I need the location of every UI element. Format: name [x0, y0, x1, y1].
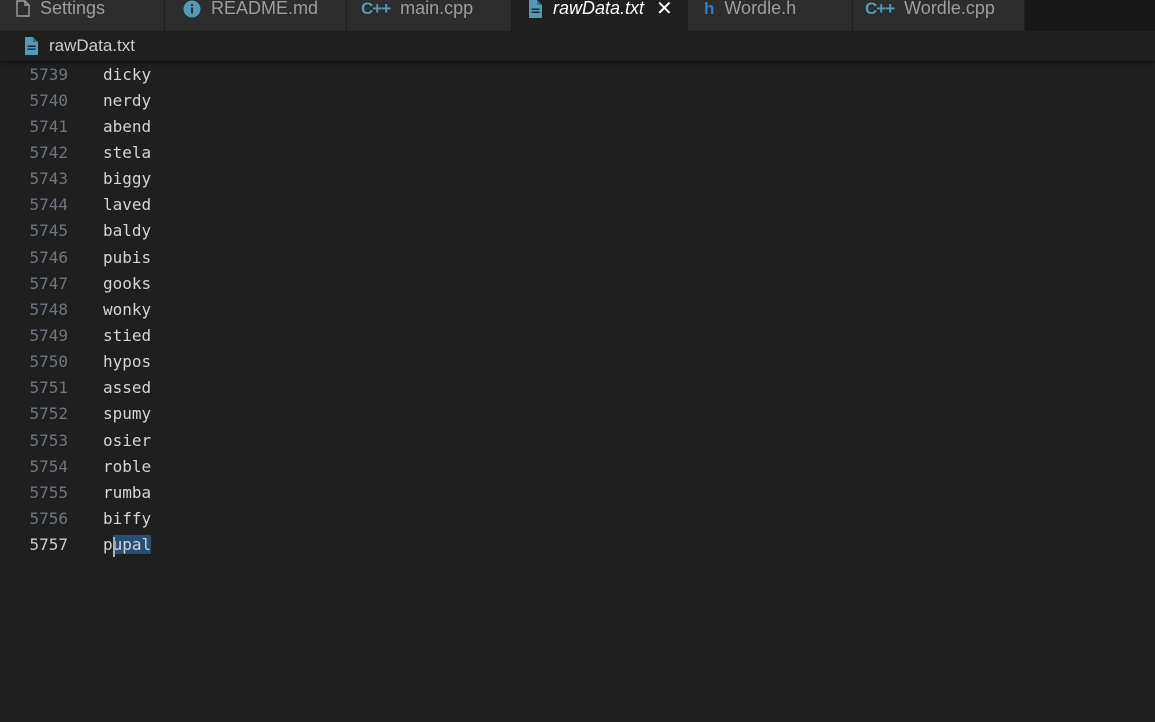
line-text[interactable]: roble: [103, 457, 151, 476]
line-text[interactable]: baldy: [103, 221, 151, 240]
text-cursor: [112, 537, 115, 558]
tab-main-cpp[interactable]: C++ main.cpp: [347, 0, 512, 31]
code-line: 5754 roble: [0, 453, 1155, 479]
code-line: 5745 baldy: [0, 218, 1155, 244]
unselected-text: p: [103, 535, 113, 555]
line-text[interactable]: biffy: [103, 509, 151, 528]
tab-readme[interactable]: README.md: [165, 0, 347, 31]
line-number: 5752: [29, 404, 68, 424]
line-text[interactable]: abend: [103, 117, 151, 136]
current-code-line: 5757 p upal: [0, 532, 1155, 558]
line-number: 5749: [29, 325, 68, 345]
code-line: 5746 pubis: [0, 244, 1155, 270]
line-text[interactable]: pubis: [103, 248, 151, 267]
line-number: 5739: [29, 64, 68, 84]
cpp-icon: C++: [361, 0, 391, 18]
code-line: 5756 biffy: [0, 505, 1155, 531]
code-line: 5749 stied: [0, 322, 1155, 348]
code-line: 5741 abend: [0, 113, 1155, 139]
line-text[interactable]: spumy: [103, 404, 151, 423]
text-file-icon: [24, 37, 39, 55]
close-icon[interactable]: ✕: [656, 0, 673, 21]
tab-label: Wordle.cpp: [904, 0, 995, 18]
tab-wordle-cpp[interactable]: C++ Wordle.cpp: [853, 0, 1025, 31]
tab-label: Settings: [40, 0, 106, 18]
line-number: 5750: [29, 352, 68, 372]
h-icon: h: [704, 0, 715, 18]
code-line: 5755 rumba: [0, 479, 1155, 505]
line-text[interactable]: dicky: [103, 65, 151, 84]
code-line: 5750 hypos: [0, 349, 1155, 375]
line-number: 5747: [29, 273, 68, 293]
code-line: 5748 wonky: [0, 296, 1155, 322]
breadcrumb: rawData.txt: [0, 31, 1155, 61]
text-file-icon: [528, 0, 543, 18]
tab-rawdata-txt[interactable]: rawData.txt ✕: [512, 0, 688, 31]
info-icon: [183, 0, 201, 18]
line-text[interactable]: hypos: [103, 352, 151, 371]
tab-label: rawData.txt: [553, 0, 645, 18]
line-text[interactable]: laved: [103, 195, 151, 214]
text-selection: upal: [112, 535, 152, 558]
code-line: 5740 nerdy: [0, 87, 1155, 113]
line-number: 5757: [29, 535, 68, 555]
breadcrumb-file[interactable]: rawData.txt: [49, 36, 135, 56]
line-number: 5745: [29, 221, 68, 241]
line-text[interactable]: wonky: [103, 300, 151, 319]
line-number: 5742: [29, 142, 68, 162]
line-text[interactable]: osier: [103, 431, 151, 450]
line-number: 5746: [29, 247, 68, 267]
cpp-icon: C++: [865, 0, 895, 18]
code-line: 5742 stela: [0, 139, 1155, 165]
line-number: 5755: [29, 482, 68, 502]
line-text[interactable]: p upal: [103, 535, 152, 558]
line-number: 5756: [29, 508, 68, 528]
line-number: 5753: [29, 430, 68, 450]
code-line: 5751 assed: [0, 375, 1155, 401]
code-line: 5752 spumy: [0, 401, 1155, 427]
tab-bar: Settings README.md C++ main.cpp rawData.…: [0, 0, 1155, 31]
tab-settings[interactable]: Settings: [0, 0, 165, 31]
tab-wordle-h[interactable]: h Wordle.h: [688, 0, 853, 31]
tab-label: README.md: [211, 0, 319, 18]
code-line: 5747 gooks: [0, 270, 1155, 296]
line-text[interactable]: stied: [103, 326, 151, 345]
line-text[interactable]: biggy: [103, 169, 151, 188]
line-text[interactable]: rumba: [103, 483, 151, 502]
code-editor[interactable]: 5739 dicky 5740 nerdy 5741 abend 5742 stela …: [0, 61, 1155, 722]
line-number: 5744: [29, 195, 68, 215]
line-text[interactable]: assed: [103, 378, 151, 397]
selected-text: upal: [112, 535, 152, 555]
settings-file-icon: [16, 0, 30, 17]
line-text[interactable]: gooks: [103, 274, 151, 293]
line-number: 5754: [29, 456, 68, 476]
line-text[interactable]: stela: [103, 143, 151, 162]
code-line: 5743 biggy: [0, 166, 1155, 192]
tab-label: main.cpp: [400, 0, 474, 18]
line-text[interactable]: nerdy: [103, 91, 151, 110]
code-line: 5744 laved: [0, 192, 1155, 218]
code-line: 5739 dicky: [0, 61, 1155, 87]
line-number: 5748: [29, 299, 68, 319]
line-number: 5751: [29, 378, 68, 398]
line-number: 5741: [29, 116, 68, 136]
line-number: 5743: [29, 169, 68, 189]
tab-label: Wordle.h: [724, 0, 797, 18]
line-number: 5740: [29, 90, 68, 110]
code-line: 5753 osier: [0, 427, 1155, 453]
